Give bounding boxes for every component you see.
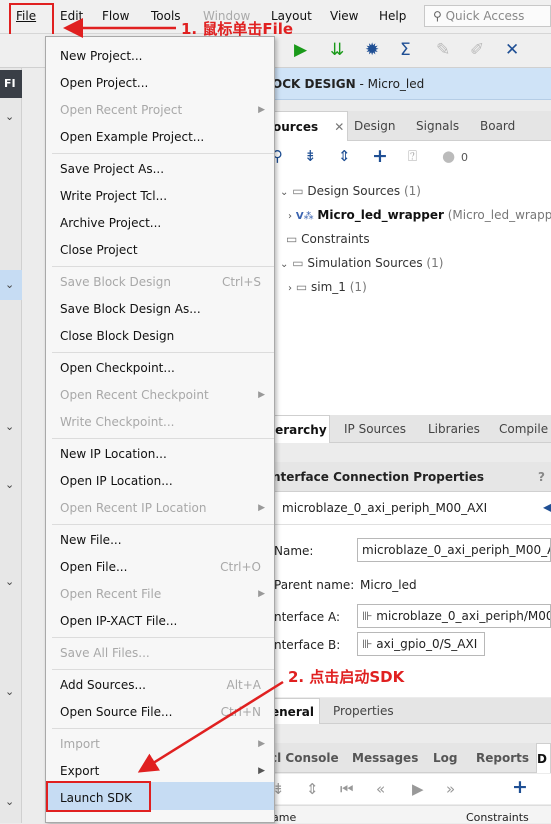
- annotation-step-1: 1. 鼠标单击File: [181, 20, 294, 38]
- annotation-step-2: 2. 点击启动SDK: [288, 668, 405, 686]
- arrow-to-launch-sdk: [137, 680, 284, 773]
- annotation-arrows: [63, 18, 284, 773]
